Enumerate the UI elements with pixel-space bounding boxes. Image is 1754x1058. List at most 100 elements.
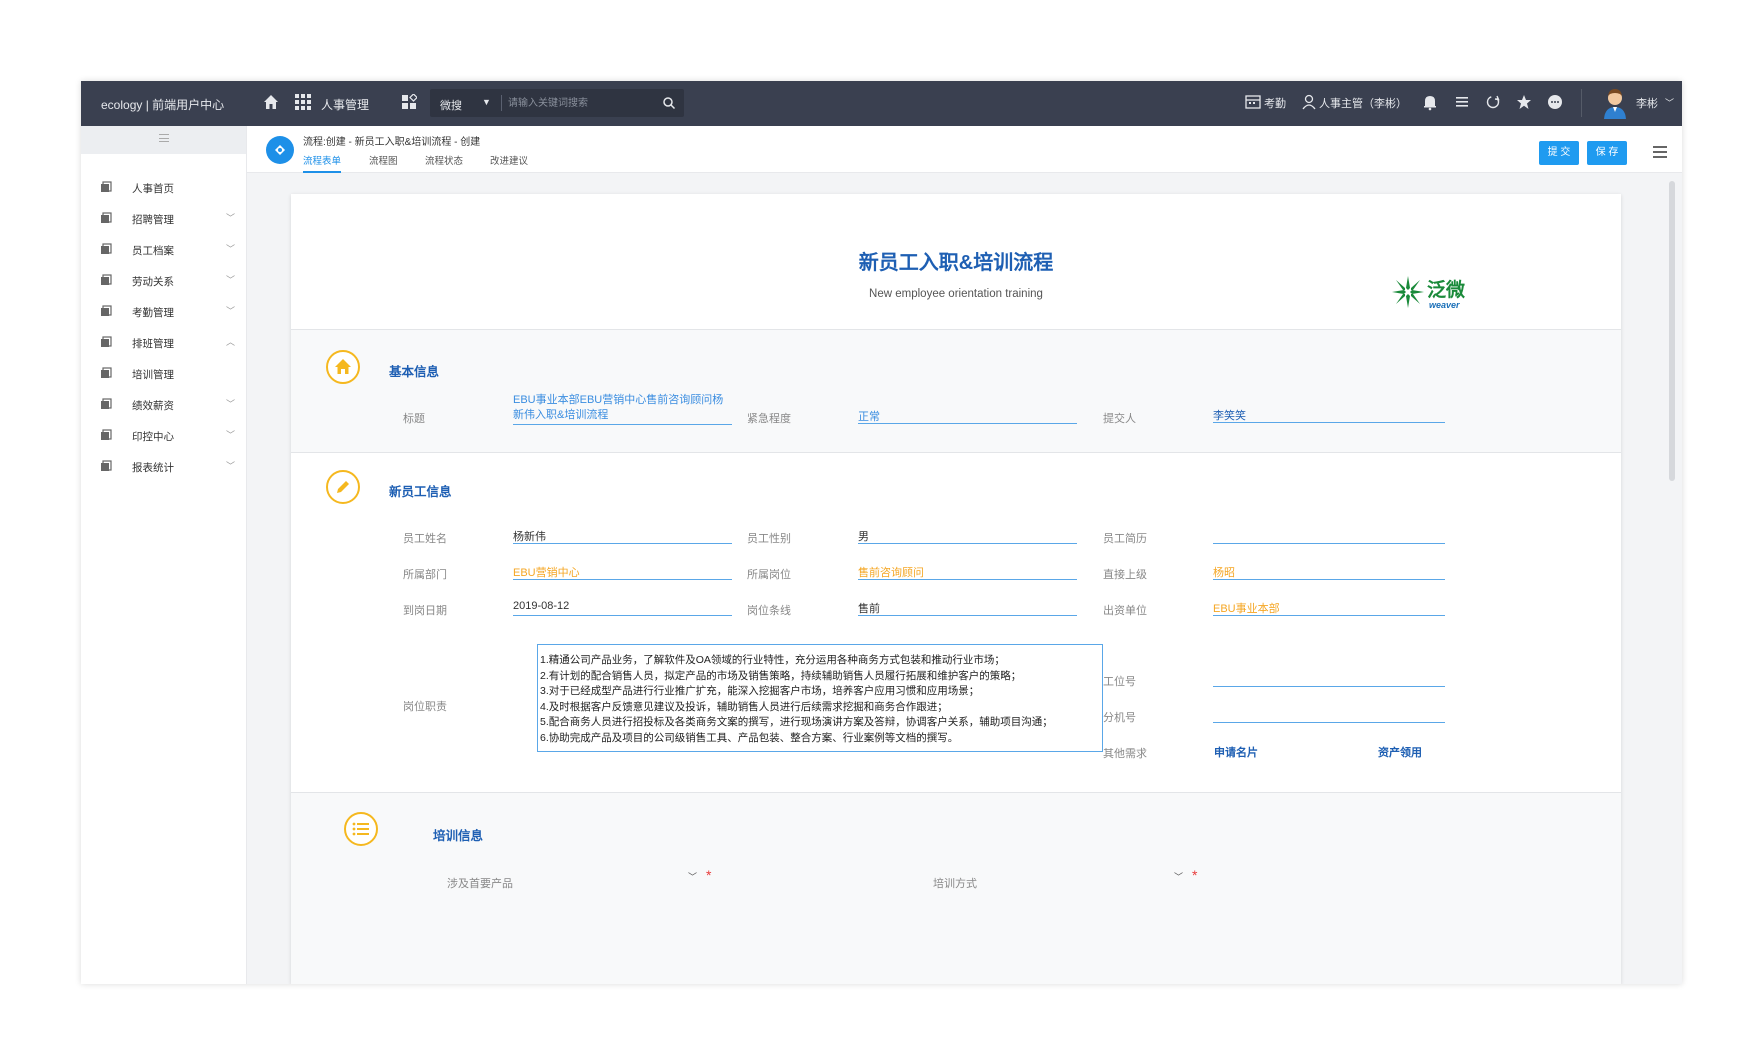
star-icon[interactable] [1515,93,1533,111]
field-label: 其他需求 [1103,748,1147,760]
document-icon [101,367,112,378]
user-icon[interactable] [1300,93,1318,111]
chevron-icon[interactable]: ﹀ [226,242,235,255]
workflow-logo-icon [266,136,294,164]
document-icon [101,274,112,285]
sidebar-item-label: 报表统计 [132,462,174,474]
chevron-icon[interactable]: ﹀ [226,459,235,472]
submit-button[interactable]: 提 交 [1539,141,1579,165]
sidebar-item[interactable]: 培训管理 [81,358,246,388]
chat-icon[interactable] [1546,93,1564,111]
widgets-icon[interactable] [401,94,417,110]
sidebar-item-label: 考勤管理 [132,307,174,319]
menu-icon [159,134,169,142]
logo-subtext: weaver [1429,300,1460,310]
sidebar: 人事首页 招聘管理 ﹀ 员工档案 ﹀ 劳动关系 ﹀ 考勤管理 ﹀ 排班管理 ︿ 培训管理 绩效薪资 ﹀ 印控… [81,126,247,984]
app-brand[interactable]: ecology | 前端用户中心 [101,96,224,113]
duty-line: 5.配合商务人员进行招投标及各类商务文案的撰写，进行现场演讲方案及答辩，协调客户… [540,716,1053,728]
home-icon [326,350,360,384]
asset-request-link[interactable]: 资产领用 [1378,744,1422,760]
weaver-logo-icon [1392,276,1424,308]
tab-form[interactable]: 流程表单 [303,153,342,173]
user-name[interactable]: 李彬 [1636,95,1658,111]
sidebar-item[interactable]: 人事首页 [81,172,246,202]
chevron-icon[interactable]: ﹀ [226,428,235,441]
search-box: 微搜 ▼ [430,89,684,117]
duty-line: 3.对于已经成型产品进行行业推广扩充，能深入挖掘客户市场，培养客户应用习惯和应用… [540,685,980,697]
search-input[interactable] [508,94,658,112]
position-field[interactable]: 售前咨询顾问 [858,560,1077,580]
scrollbar[interactable] [1669,181,1675,481]
chevron-down-icon[interactable]: ﹀ [1665,96,1674,109]
tab-status[interactable]: 流程状态 [425,153,463,171]
sidebar-item[interactable]: 排班管理 ︿ [81,327,246,357]
field-label: 培训方式 [933,878,977,890]
workflow-header: 流程:创建 - 新员工入职&培训流程 - 创建 流程表单 流程图 流程状态 改进… [247,126,1682,173]
urgency-field[interactable]: 正常 [858,404,1077,424]
search-icon[interactable] [662,96,676,110]
tab-suggestions[interactable]: 改进建议 [490,153,528,171]
duty-line: 4.及时根据客户反馈意见建议及投诉，辅助销售人员进行后续需求挖掘和商务合作跟进； [540,700,948,713]
sidebar-item[interactable]: 员工档案 ﹀ [81,234,246,264]
sidebar-item[interactable]: 考勤管理 ﹀ [81,296,246,326]
section-title: 新员工信息 [389,485,452,499]
more-menu-icon[interactable] [1653,146,1667,158]
job-line-field[interactable]: 售前 [858,596,1077,616]
basic-info-section: 基本信息 标题 EBU事业本部EBU营销中心售前咨询顾问杨新伟入职&培训流程 紧… [291,329,1621,452]
funding-unit-field[interactable]: EBU事业本部 [1213,596,1445,616]
chevron-down-icon[interactable]: ﹀ [1174,870,1183,883]
field-label: 员工性别 [747,533,791,545]
submitter-field[interactable]: 李笑笑 [1213,403,1445,423]
sidebar-item[interactable]: 绩效薪资 ﹀ [81,389,246,419]
chevron-icon[interactable]: ﹀ [226,304,235,317]
sidebar-collapse-button[interactable] [81,126,246,154]
bell-icon[interactable] [1421,93,1439,111]
chevron-icon[interactable]: ︿ [226,335,235,348]
attendance-link[interactable]: 考勤 [1264,95,1286,111]
duty-line: 1.精通公司产品业务，了解软件及OA领域的行业特性，充分运用各种商务方式包装和推… [540,654,1005,666]
save-button[interactable]: 保 存 [1587,141,1627,165]
chevron-down-icon[interactable]: ▼ [482,97,491,107]
sidebar-item-label: 绩效薪资 [132,400,174,412]
gender-field[interactable]: 男 [858,524,1077,544]
avatar[interactable] [1601,87,1629,119]
chevron-icon[interactable]: ﹀ [226,211,235,224]
apps-grid-icon[interactable] [295,94,311,110]
extension-field[interactable] [1213,703,1445,723]
chevron-icon[interactable]: ﹀ [226,397,235,410]
sidebar-item[interactable]: 劳动关系 ﹀ [81,265,246,295]
resume-field[interactable] [1213,524,1445,544]
field-label: 工位号 [1103,676,1136,688]
sidebar-item[interactable]: 印控中心 ﹀ [81,420,246,450]
field-label: 分机号 [1103,712,1136,724]
employee-name-field[interactable]: 杨新伟 [513,524,732,544]
field-label: 所属岗位 [747,569,791,581]
start-date-field[interactable]: 2019-08-12 [513,596,732,616]
calendar-icon[interactable] [1244,93,1262,111]
tab-flowchart[interactable]: 流程图 [369,153,398,171]
field-label: 出资单位 [1103,605,1147,617]
list-icon[interactable] [1453,93,1471,111]
duty-line: 6.协助完成产品及项目的公司级销售工具、产品包装、整合方案、行业案例等文档的撰写… [540,731,959,744]
department-field[interactable]: EBU营销中心 [513,560,732,580]
document-icon [101,243,112,254]
job-duties-textarea[interactable]: 1.精通公司产品业务，了解软件及OA领域的行业特性，充分运用各种商务方式包装和推… [537,644,1103,752]
workstation-field[interactable] [1213,667,1445,687]
sidebar-item-label: 劳动关系 [132,276,174,288]
manager-field[interactable]: 杨昭 [1213,560,1445,580]
chevron-down-icon[interactable]: ﹀ [688,870,697,883]
sidebar-item[interactable]: 招聘管理 ﹀ [81,203,246,233]
form-paper: 新员工入职&培训流程 New employee orientation trai… [291,194,1621,984]
chevron-icon[interactable]: ﹀ [226,273,235,286]
document-icon [101,429,112,440]
field-label: 紧急程度 [747,413,791,425]
role-switcher[interactable]: 人事主管（李彬） [1319,95,1407,111]
refresh-icon[interactable] [1484,93,1502,111]
home-icon[interactable] [262,93,280,111]
field-label: 涉及首要产品 [447,878,513,890]
module-name[interactable]: 人事管理 [321,96,369,113]
sidebar-item[interactable]: 报表统计 ﹀ [81,451,246,481]
search-scope-select[interactable]: 微搜 [440,97,462,113]
business-card-link[interactable]: 申请名片 [1214,744,1258,760]
title-field[interactable]: EBU事业本部EBU营销中心售前咨询顾问杨新伟入职&培训流程 [513,393,732,425]
